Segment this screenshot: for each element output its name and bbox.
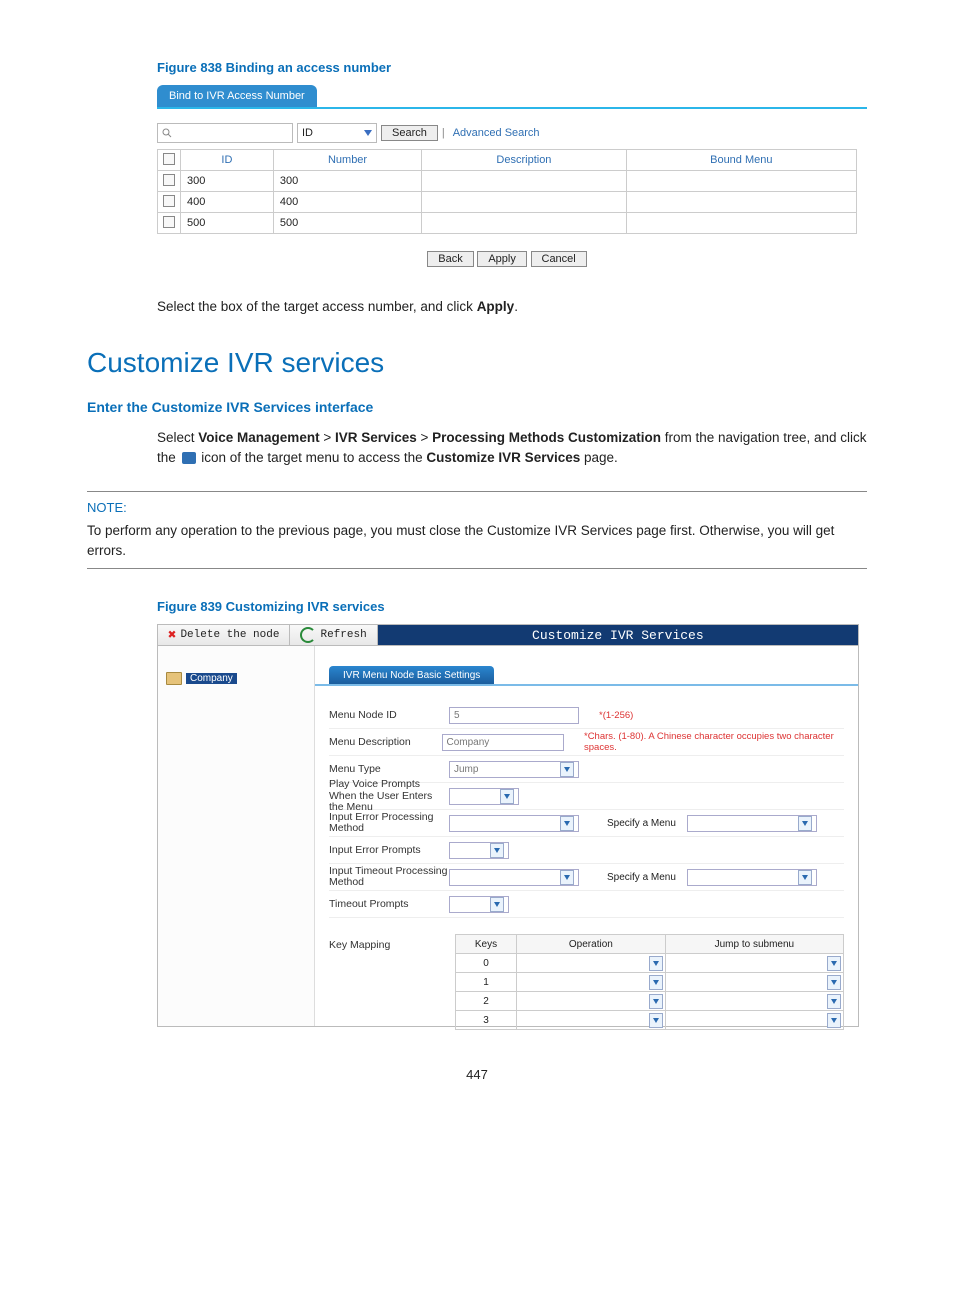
table-row: 500 500 — [158, 213, 857, 234]
tab-strip: Bind to IVR Access Number — [157, 85, 867, 109]
col-keys: Keys — [456, 935, 517, 953]
section-title: Customize IVR services — [87, 347, 867, 379]
delete-node-button[interactable]: ✖ Delete the node — [158, 625, 290, 645]
back-button[interactable]: Back — [427, 251, 473, 267]
input-timeout-select[interactable] — [449, 869, 579, 886]
table-row: 400 400 — [158, 192, 857, 213]
note-body: To perform any operation to the previous… — [87, 521, 867, 560]
chevron-down-icon — [364, 130, 372, 136]
customize-ivr-window: ✖ Delete the node Refresh Customize IVR … — [157, 624, 859, 1027]
table-row: 300 300 — [158, 171, 857, 192]
menu-node-id-label: Menu Node ID — [329, 709, 449, 721]
search-button[interactable]: Search — [381, 125, 438, 141]
col-id: ID — [181, 150, 274, 171]
input-error-label: Input Error Processing Method — [329, 812, 449, 835]
note-label: NOTE: — [87, 500, 867, 515]
nav-instruction: Select Voice Management > IVR Services >… — [157, 428, 867, 467]
delete-icon: ✖ — [168, 627, 176, 644]
input-error-menu-select[interactable] — [687, 815, 817, 832]
bind-access-tab[interactable]: Bind to IVR Access Number — [157, 85, 317, 107]
search-input[interactable] — [157, 123, 293, 143]
input-timeout-menu-select[interactable] — [687, 869, 817, 886]
chevron-down-icon — [490, 897, 504, 912]
apply-button[interactable]: Apply — [477, 251, 527, 267]
refresh-button[interactable]: Refresh — [290, 625, 377, 645]
jump-select[interactable] — [827, 994, 841, 1009]
cancel-button[interactable]: Cancel — [531, 251, 587, 267]
row-checkbox[interactable] — [163, 174, 175, 186]
menu-node-id-hint: *(1-256) — [599, 710, 633, 721]
specify-menu-label-2: Specify a Menu — [607, 872, 687, 883]
search-row: ID Search | Advanced Search — [157, 123, 867, 143]
tree-pane: Company — [158, 646, 315, 1026]
key-row: 1 — [455, 973, 844, 992]
operation-select[interactable] — [649, 956, 663, 971]
timeout-prompts-label: Timeout Prompts — [329, 898, 449, 910]
key-mapping-label: Key Mapping — [329, 939, 449, 951]
col-number: Number — [273, 150, 421, 171]
advanced-search-link[interactable]: Advanced Search — [453, 127, 540, 139]
chevron-down-icon — [798, 816, 812, 831]
operation-select[interactable] — [649, 975, 663, 990]
jump-select[interactable] — [827, 1013, 841, 1028]
input-error-prompts-select[interactable] — [449, 842, 509, 859]
play-prompts-label: Play Voice Prompts When the User Enters … — [329, 779, 449, 814]
col-bound: Bound Menu — [626, 150, 856, 171]
key-row: 0 — [455, 954, 844, 973]
menu-type-select[interactable]: Jump — [449, 761, 579, 778]
menu-desc-label: Menu Description — [329, 736, 442, 748]
edit-icon — [182, 452, 196, 464]
chevron-down-icon — [798, 870, 812, 885]
col-operation: Operation — [517, 935, 666, 953]
row-checkbox[interactable] — [163, 195, 175, 207]
col-description: Description — [422, 150, 626, 171]
menu-node-id-input[interactable]: 5 — [449, 707, 579, 724]
figure-838-caption: Figure 838 Binding an access number — [157, 60, 867, 75]
instruction-text: Select the box of the target access numb… — [157, 297, 867, 317]
access-table: ID Number Description Bound Menu 300 300… — [157, 149, 857, 234]
col-jump: Jump to submenu — [666, 935, 843, 953]
input-error-prompts-label: Input Error Prompts — [329, 844, 449, 856]
menu-type-label: Menu Type — [329, 763, 449, 775]
input-timeout-label: Input Timeout Processing Method — [329, 866, 449, 889]
row-checkbox[interactable] — [163, 216, 175, 228]
operation-select[interactable] — [649, 994, 663, 1009]
timeout-prompts-select[interactable] — [449, 896, 509, 913]
select-all-checkbox[interactable] — [163, 153, 175, 165]
figure-839-caption: Figure 839 Customizing IVR services — [157, 599, 867, 614]
settings-pane: IVR Menu Node Basic Settings Menu Node I… — [315, 646, 858, 1026]
search-field-select-value: ID — [302, 127, 313, 139]
tree-item-company[interactable]: Company — [166, 672, 306, 685]
chevron-down-icon — [490, 843, 504, 858]
operation-select[interactable] — [649, 1013, 663, 1028]
chevron-down-icon — [560, 816, 574, 831]
section-subtitle: Enter the Customize IVR Services interfa… — [87, 399, 867, 415]
page-number: 447 — [87, 1067, 867, 1082]
key-row: 3 — [455, 1011, 844, 1030]
window-title: Customize IVR Services — [378, 625, 858, 645]
refresh-icon — [300, 627, 316, 643]
menu-desc-hint: *Chars. (1-80). A Chinese character occu… — [584, 731, 844, 754]
play-prompts-select[interactable] — [449, 788, 519, 805]
chevron-down-icon — [560, 870, 574, 885]
input-error-select[interactable] — [449, 815, 579, 832]
key-row: 2 — [455, 992, 844, 1011]
folder-icon — [166, 672, 182, 685]
jump-select[interactable] — [827, 975, 841, 990]
key-mapping-table: Keys Operation Jump to submenu 0 1 2 3 — [455, 934, 844, 1030]
chevron-down-icon — [560, 762, 574, 777]
specify-menu-label: Specify a Menu — [607, 818, 687, 829]
panel-title: IVR Menu Node Basic Settings — [329, 666, 494, 685]
search-icon — [162, 128, 172, 138]
search-field-select[interactable]: ID — [297, 123, 377, 143]
jump-select[interactable] — [827, 956, 841, 971]
chevron-down-icon — [500, 789, 514, 804]
menu-desc-input[interactable]: Company — [442, 734, 565, 751]
